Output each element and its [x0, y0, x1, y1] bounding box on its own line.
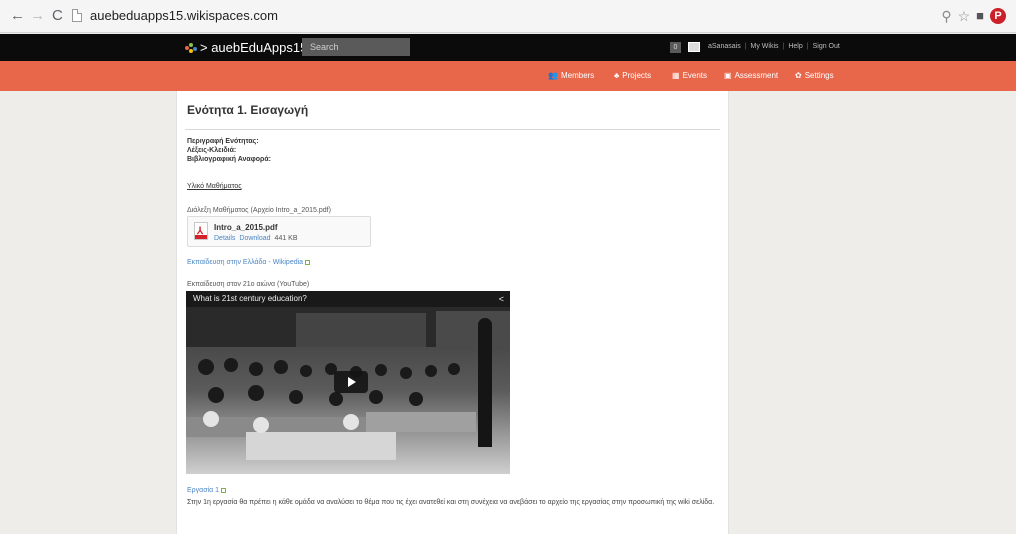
meta-description: Περιγραφή Ενότητας: [187, 138, 259, 145]
site-name[interactable]: > auebEduApps15 [200, 40, 307, 55]
browser-toolbar: ← → C auebeduapps15.wikispaces.com ⚲ ☆ ■… [0, 0, 1016, 33]
material-link[interactable]: Υλικό Μαθήματος [187, 183, 242, 190]
separator: | [744, 43, 747, 50]
user-links: aSanasais | My Wikis | Help | Sign Out [708, 43, 840, 50]
task-link-text[interactable]: Εργασία 1 [187, 487, 219, 494]
back-arrow-icon[interactable]: ← [10, 7, 25, 25]
share-icon[interactable]: < [499, 294, 504, 304]
notification-count[interactable]: 0 [670, 42, 681, 53]
youtube-video-embed[interactable]: What is 21st century education? < [186, 291, 510, 474]
external-link-icon [305, 259, 311, 265]
nav-label: Members [560, 71, 595, 80]
pinterest-icon[interactable]: P [990, 8, 1006, 24]
nav-label: Events [682, 71, 708, 80]
settings-icon: ✿ [795, 71, 802, 80]
extension-icon[interactable]: ■ [976, 7, 984, 25]
zoom-icon[interactable]: ⚲ [941, 7, 951, 25]
wikipedia-link-text[interactable]: Εκπαίδευση στην Ελλάδα - Wikipedia [187, 259, 303, 266]
browser-actions: ⚲ ☆ ■ P [941, 6, 1006, 26]
page-icon [72, 9, 82, 22]
address-bar[interactable]: auebeduapps15.wikispaces.com [72, 6, 932, 27]
task-description: Στην 1η εργασία θα πρέπει η κάθε ομάδα ν… [187, 499, 715, 506]
nav-assessment[interactable]: ▣ Assessment [724, 71, 778, 80]
sign-out-link[interactable]: Sign Out [813, 43, 840, 50]
assessment-icon: ▣ [724, 71, 732, 80]
events-icon: ▦ [672, 71, 680, 80]
mail-icon[interactable] [688, 42, 700, 52]
video-title[interactable]: What is 21st century education? [193, 294, 307, 303]
file-actions: Details Download 441 KB [214, 235, 298, 242]
nav-settings[interactable]: ✿ Settings [795, 71, 834, 80]
file-details-link[interactable]: Details [214, 235, 235, 242]
nav-label: Projects [622, 71, 652, 80]
file-download-link[interactable]: Download [239, 235, 270, 242]
search-input[interactable] [302, 38, 410, 56]
page-content: Ενότητα 1. Εισαγωγή Περιγραφή Ενότητας: … [176, 91, 729, 534]
projects-icon: ♣ [614, 71, 620, 80]
video-label: Εκπαίδευση στον 21ο αιώνα (YouTube) [187, 281, 310, 288]
file-attachment[interactable]: ⅄ Intro_a_2015.pdf Details Download 441 … [187, 216, 371, 247]
file-size: 441 KB [274, 235, 298, 242]
help-link[interactable]: Help [788, 43, 802, 50]
lecture-label: Διάλεξη Μαθήματος (Αρχείο Intro_a_2015.p… [187, 207, 331, 214]
username-link[interactable]: aSanasais [708, 43, 741, 50]
separator: | [782, 43, 785, 50]
separator: | [806, 43, 809, 50]
pdf-file-icon: ⅄ [194, 222, 208, 240]
nav-members[interactable]: 👥 Members [548, 71, 594, 80]
reload-icon[interactable]: C [52, 7, 63, 25]
play-icon[interactable] [334, 371, 368, 393]
video-title-bar: What is 21st century education? < [186, 291, 510, 307]
wikipedia-link[interactable]: Εκπαίδευση στην Ελλάδα - Wikipedia [187, 259, 311, 266]
forward-arrow-icon[interactable]: → [30, 7, 45, 25]
task-link[interactable]: Εργασία 1 [187, 487, 226, 494]
file-name[interactable]: Intro_a_2015.pdf [214, 223, 278, 232]
wiki-nav-bar: 👥 Members ♣ Projects ▦ Events ▣ Assessme… [0, 61, 1016, 91]
url-text[interactable]: auebeduapps15.wikispaces.com [90, 8, 278, 23]
nav-events[interactable]: ▦ Events [672, 71, 707, 80]
members-icon: 👥 [548, 71, 558, 80]
my-wikis-link[interactable]: My Wikis [751, 43, 779, 50]
page-title: Ενότητα 1. Εισαγωγή [187, 103, 309, 117]
nav-projects[interactable]: ♣ Projects [614, 71, 651, 80]
title-divider [185, 129, 720, 130]
meta-bibliography: Βιβλιογραφική Αναφορά: [187, 156, 271, 163]
wikispaces-logo-icon[interactable] [185, 43, 197, 53]
nav-label: Settings [804, 71, 834, 80]
external-link-icon [220, 487, 226, 493]
bookmark-star-icon[interactable]: ☆ [958, 7, 971, 25]
nav-label: Assessment [734, 71, 779, 80]
meta-keywords: Λέξεις-Κλειδιά: [187, 147, 237, 154]
site-topbar: > auebEduApps15 0 aSanasais | My Wikis |… [0, 34, 1016, 61]
